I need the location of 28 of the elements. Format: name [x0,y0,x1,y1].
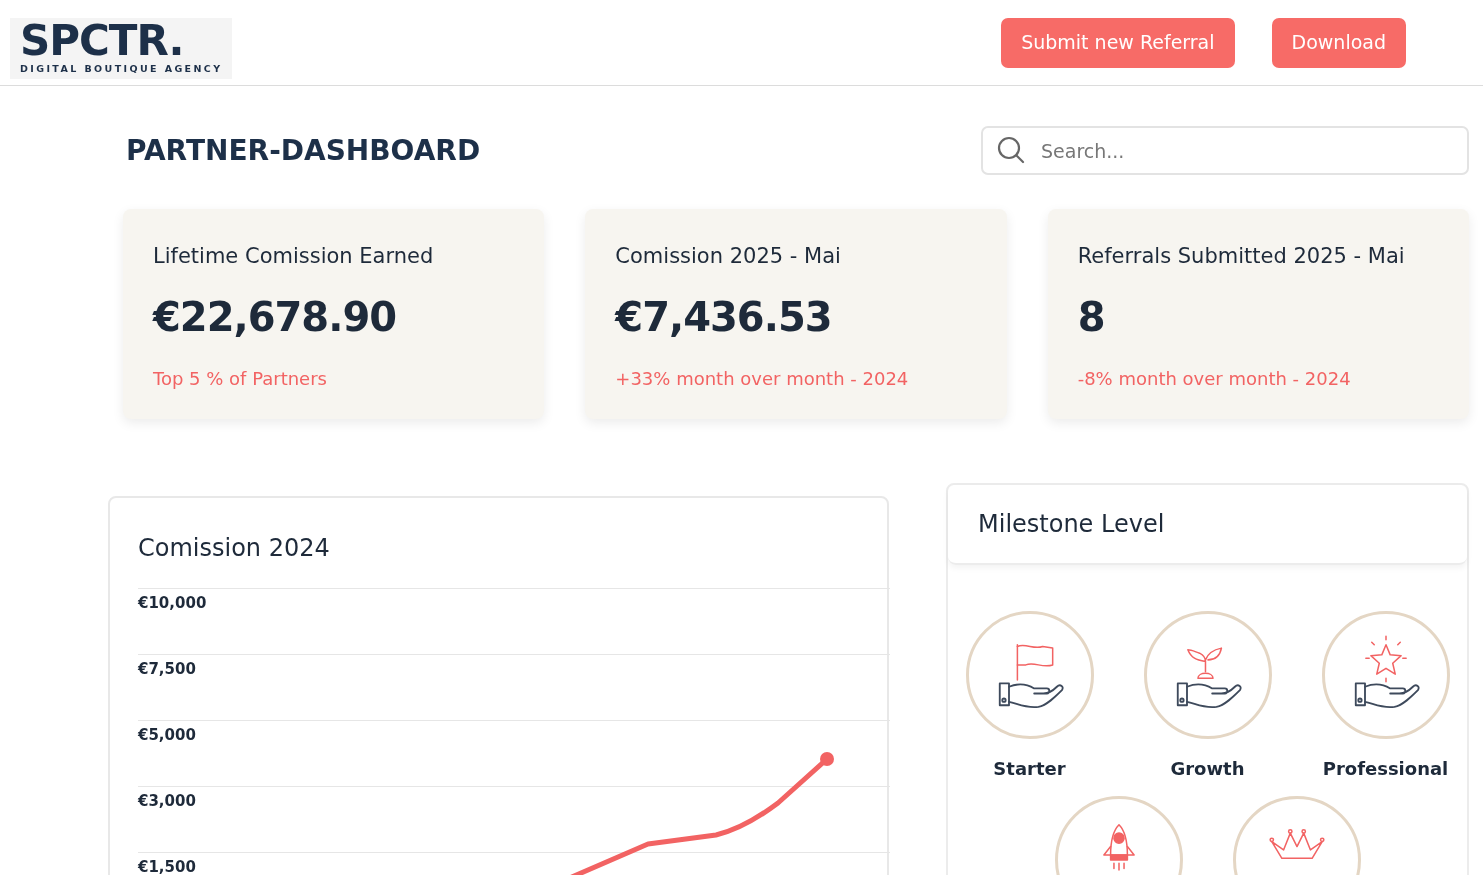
milestone-title: Milestone Level [948,485,1467,565]
stat-note: +33% month over month - 2024 [615,366,910,391]
download-button[interactable]: Download [1271,17,1406,68]
y-axis-label: €5,000 [138,725,196,746]
stat-title: Referrals Submitted 2025 - Mai [1077,243,1406,270]
search-field[interactable]: Search... [981,126,1469,175]
logo-tagline: DIGITAL BOUTIQUE AGENCY [20,62,223,77]
milestone-label: Growth [1170,757,1245,781]
stat-title: Lifetime Comission Earned [153,243,435,270]
stat-note: Top 5 % of Partners [153,366,328,391]
stat-value: 8 [1077,292,1106,342]
milestone-label: Professional [1322,757,1449,781]
y-axis-label: €10,000 [138,593,207,614]
search-icon [997,136,1025,164]
stat-title: Comission 2025 - Mai [615,243,842,270]
stat-value: €22,678.90 [153,292,398,342]
logo[interactable]: SPCTR. DIGITAL BOUTIQUE AGENCY [10,18,233,79]
chart-point [820,752,834,766]
page-title: PARTNER-DASHBOARD [126,132,481,169]
chart-title: Comission 2024 [138,533,331,564]
stat-value: €7,436.53 [615,292,833,342]
logo-wordmark: SPCTR. [20,20,184,63]
milestone-label: Starter [993,757,1066,781]
y-axis-label: €7,500 [138,659,196,680]
y-axis-label: €1,500 [138,857,196,875]
y-axis-label: €3,000 [138,791,196,812]
stat-note: -8% month over month - 2024 [1077,366,1352,391]
submit-referral-button[interactable]: Submit new Referral [1001,17,1235,68]
